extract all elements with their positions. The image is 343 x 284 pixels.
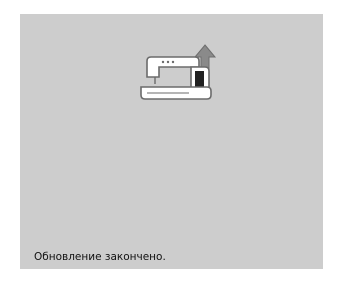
- update-complete-message: Обновление закончено.: [34, 251, 166, 263]
- lcd-screen: Обновление закончено.: [20, 14, 323, 269]
- sewing-machine-update-icon: [137, 43, 217, 105]
